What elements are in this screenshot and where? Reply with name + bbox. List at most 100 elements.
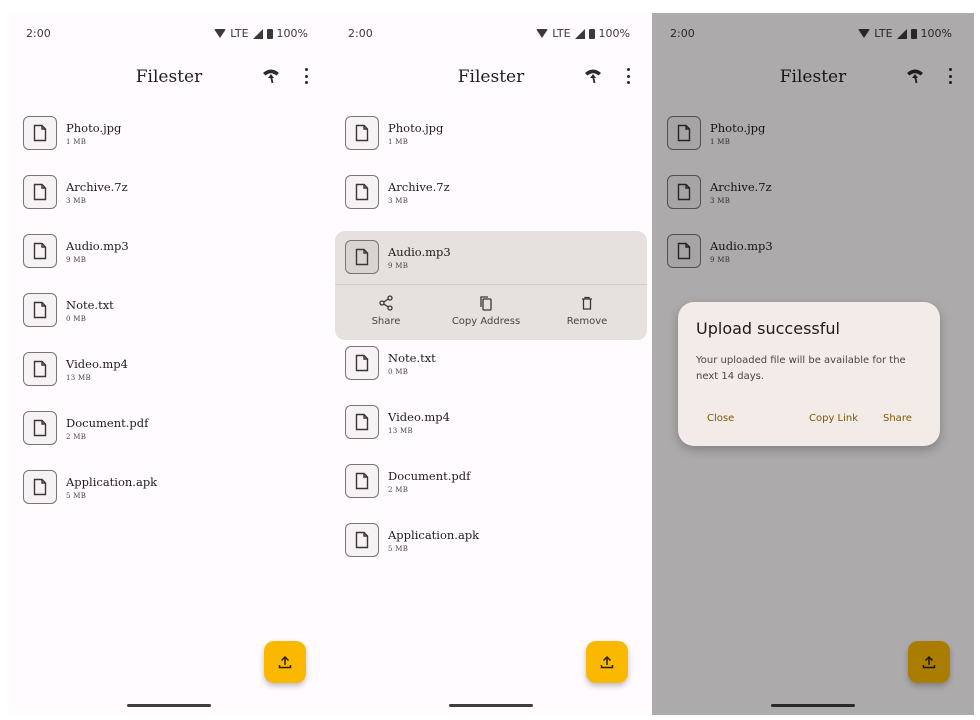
file-size: 13 MB <box>388 427 413 435</box>
file-icon <box>345 346 379 380</box>
file-icon <box>23 116 57 150</box>
share-button[interactable]: Share <box>883 413 912 424</box>
list-item[interactable]: Video.mp4 13 MB <box>330 402 652 461</box>
list-item[interactable]: Photo.jpg 1 MB <box>8 113 330 172</box>
list-item[interactable]: Note.txt 0 MB <box>8 290 330 349</box>
file-size: 5 MB <box>66 492 87 500</box>
share-action[interactable]: Share <box>363 295 409 327</box>
file-size: 1 MB <box>66 138 87 146</box>
screen-file-list: 2:00 LTE 100% Filester Photo.jpg 1 MB Arc… <box>8 13 330 715</box>
network-type: LTE <box>230 27 249 40</box>
file-name: Video.mp4 <box>388 410 450 424</box>
list-item[interactable]: Document.pdf 2 MB <box>8 408 330 467</box>
status-time: 2:00 <box>348 27 373 40</box>
dialog-body: Your uploaded file will be available for… <box>696 355 906 382</box>
file-name: Application.apk <box>388 528 480 542</box>
file-icon <box>345 240 379 274</box>
file-size: 3 MB <box>66 197 87 205</box>
status-bar: 2:00 LTE 100% <box>330 27 652 41</box>
file-icon <box>345 116 379 150</box>
list-item[interactable]: Application.apk 5 MB <box>8 467 330 526</box>
copy-address-action[interactable]: Copy Address <box>445 295 527 327</box>
share-icon <box>379 295 393 311</box>
file-size: 13 MB <box>66 374 91 382</box>
upload-icon <box>278 655 292 669</box>
list-item-selected[interactable]: Audio.mp3 9 MB <box>335 231 647 284</box>
file-name: Note.txt <box>66 298 114 312</box>
app-title: Filester <box>135 67 203 87</box>
upload-success-dialog: Upload successful Your uploaded file wil… <box>678 302 940 446</box>
home-indicator[interactable] <box>127 704 211 707</box>
list-item[interactable]: Application.apk 5 MB <box>330 520 652 579</box>
file-name: Video.mp4 <box>66 357 128 371</box>
upload-button[interactable] <box>586 641 628 683</box>
list-item[interactable]: Video.mp4 13 MB <box>8 349 330 408</box>
status-bar: 2:00 LTE 100% <box>8 27 330 41</box>
list-item[interactable]: Photo.jpg 1 MB <box>330 113 652 172</box>
file-list: Photo.jpg 1 MB Archive.7z 3 MB Audio.mp3 9 … <box>330 113 652 579</box>
list-item[interactable]: Document.pdf 2 MB <box>330 461 652 520</box>
file-size: 9 MB <box>388 262 409 270</box>
screen-upload-dialog: 2:00 LTE 100% Filester Photo.jpg 1 MB Arc… <box>652 13 974 715</box>
battery-level: 100% <box>276 27 308 40</box>
battery-icon <box>588 28 595 39</box>
home-indicator[interactable] <box>449 704 533 707</box>
upload-button[interactable] <box>264 641 306 683</box>
file-name: Document.pdf <box>66 416 149 430</box>
file-name: Archive.7z <box>388 180 450 194</box>
list-item[interactable]: Archive.7z 3 MB <box>8 172 330 231</box>
file-size: 5 MB <box>388 545 409 553</box>
wifi-icon <box>536 29 549 38</box>
file-name: Audio.mp3 <box>66 239 129 253</box>
file-list: Photo.jpg 1 MB Archive.7z 3 MB Audio.mp3 9 … <box>8 113 330 526</box>
file-size: 1 MB <box>388 138 409 146</box>
list-item[interactable]: Archive.7z 3 MB <box>330 172 652 231</box>
list-item[interactable]: Audio.mp3 9 MB <box>8 231 330 290</box>
network-icon[interactable] <box>262 67 280 85</box>
file-icon <box>345 464 379 498</box>
network-type: LTE <box>552 27 571 40</box>
file-icon <box>23 293 57 327</box>
file-icon <box>23 470 57 504</box>
close-button[interactable]: Close <box>707 413 734 424</box>
file-name: Application.apk <box>66 475 158 489</box>
copy-link-button[interactable]: Copy Link <box>809 413 858 424</box>
file-name: Audio.mp3 <box>388 245 451 259</box>
app-title: Filester <box>457 67 525 87</box>
copy-icon <box>480 296 492 311</box>
file-icon <box>345 523 379 557</box>
battery-icon <box>266 28 273 39</box>
app-bar: Filester <box>8 63 330 91</box>
remove-action[interactable]: Remove <box>561 295 613 327</box>
file-icon <box>23 234 57 268</box>
file-icon <box>345 175 379 209</box>
share-label: Share <box>371 316 401 327</box>
battery-level: 100% <box>598 27 630 40</box>
upload-icon <box>600 655 614 669</box>
screen-file-actions: 2:00 LTE 100% Filester Photo.jpg 1 MB Arc… <box>330 13 652 715</box>
file-icon <box>23 411 57 445</box>
file-name: Archive.7z <box>66 180 128 194</box>
file-name: Photo.jpg <box>388 121 444 135</box>
file-size: 9 MB <box>66 256 87 264</box>
copy-address-label: Copy Address <box>451 316 521 327</box>
trash-icon <box>582 296 592 310</box>
status-time: 2:00 <box>26 27 51 40</box>
file-size: 0 MB <box>388 368 409 376</box>
file-icon <box>23 352 57 386</box>
network-icon[interactable] <box>584 67 602 85</box>
more-vert-icon[interactable] <box>626 68 630 84</box>
dialog-title: Upload successful <box>696 319 840 338</box>
wifi-icon <box>214 29 227 38</box>
file-actions-bar: Share Copy Address Remove <box>335 284 647 340</box>
file-icon <box>345 405 379 439</box>
file-size: 2 MB <box>388 486 409 494</box>
file-name: Note.txt <box>388 351 436 365</box>
list-item[interactable]: Note.txt 0 MB <box>330 343 652 402</box>
signal-icon <box>574 28 585 39</box>
file-size: 3 MB <box>388 197 409 205</box>
file-name: Document.pdf <box>388 469 471 483</box>
remove-label: Remove <box>566 316 608 327</box>
file-size: 0 MB <box>66 315 87 323</box>
more-vert-icon[interactable] <box>304 68 308 84</box>
